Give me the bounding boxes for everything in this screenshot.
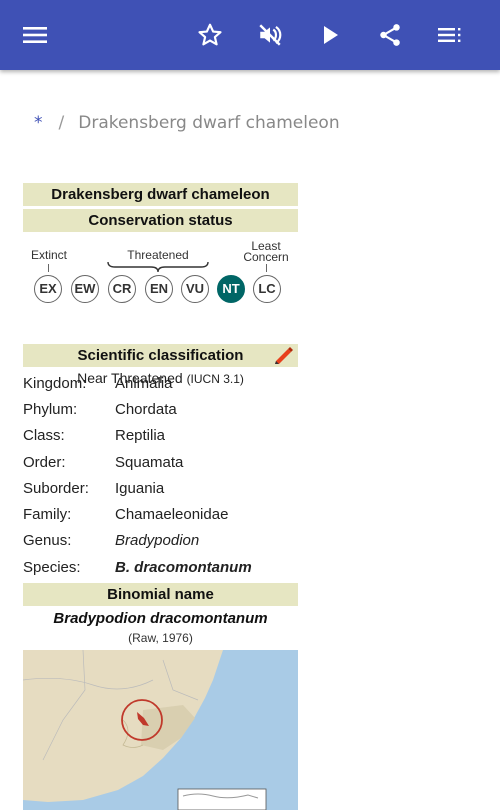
classification-row: Family: Chamaeleonidae	[23, 501, 298, 527]
status-tick	[266, 264, 267, 272]
classification-table: Kingdom: Animalia Phylum: Chordata Class: Rep…	[23, 370, 298, 580]
status-circle-lc: LC	[253, 275, 281, 303]
pencil-icon[interactable]	[273, 346, 293, 371]
app-bar	[0, 0, 500, 70]
status-label-least-concern: Least Concern	[238, 240, 294, 264]
classification-rank: Order:	[23, 453, 66, 471]
taxobox: Drakensberg dwarf chameleon Conservation…	[23, 183, 298, 810]
least-concern-line2: Concern	[243, 250, 289, 264]
conservation-status-header: Conservation status	[23, 209, 298, 232]
volume-off-icon[interactable]	[250, 15, 290, 55]
status-circle-ex: EX	[34, 275, 62, 303]
range-map[interactable]	[23, 650, 298, 810]
breadcrumb-home-link[interactable]: *	[34, 113, 43, 133]
classification-value[interactable]: B. dracomontanum	[115, 559, 252, 576]
classification-value[interactable]: Iguania	[115, 480, 164, 497]
status-label-extinct: Extinct	[30, 248, 67, 262]
threatened-brace	[107, 261, 209, 273]
status-circle-en: EN	[145, 275, 173, 303]
status-circle-nt: NT	[217, 275, 245, 303]
classification-row: Kingdom: Animalia	[23, 370, 298, 396]
binomial-name: Bradypodion dracomontanum	[53, 610, 268, 628]
classification-rank: Species:	[23, 558, 81, 576]
classification-row: Genus: Bradypodion	[23, 528, 298, 554]
classification-rank: Family:	[23, 506, 72, 524]
classification-rank: Genus:	[23, 532, 72, 550]
classification-value[interactable]: Chordata	[115, 401, 177, 418]
classification-row: Order: Squamata	[23, 449, 298, 475]
classification-section: Scientific classification Kingdom: Animal…	[23, 344, 298, 810]
toc-list-icon[interactable]	[430, 15, 470, 55]
breadcrumb-separator: /	[58, 113, 65, 133]
binomial-header: Binomial name	[23, 583, 298, 607]
status-circle-vu: VU	[181, 275, 209, 303]
classification-header-label: Scientific classification	[77, 347, 244, 364]
classification-rank: Phylum:	[23, 400, 78, 418]
classification-value[interactable]: Chamaeleonidae	[115, 506, 228, 523]
classification-row: Species: B. dracomontanum	[23, 554, 298, 580]
classification-rank: Suborder:	[23, 479, 89, 497]
status-circle-ew: EW	[71, 275, 99, 303]
classification-value[interactable]: Squamata	[115, 454, 183, 471]
classification-value[interactable]: Animalia	[115, 375, 173, 392]
play-icon[interactable]	[310, 15, 350, 55]
classification-row: Suborder: Iguania	[23, 475, 298, 501]
classification-value[interactable]: Reptilia	[115, 427, 165, 444]
star-outline-icon[interactable]	[190, 15, 230, 55]
share-icon[interactable]	[370, 15, 410, 55]
menu-icon[interactable]	[15, 15, 55, 55]
status-tick	[48, 264, 49, 272]
classification-row: Class: Reptilia	[23, 423, 298, 449]
breadcrumb: * / Drakensberg dwarf chameleon	[34, 113, 340, 133]
binomial-authority: (Raw, 1976)	[128, 631, 193, 646]
classification-header: Scientific classification	[23, 344, 298, 367]
infobox-title: Drakensberg dwarf chameleon	[23, 183, 298, 206]
classification-rank: Class:	[23, 427, 65, 445]
classification-row: Phylum: Chordata	[23, 396, 298, 422]
breadcrumb-current: Drakensberg dwarf chameleon	[78, 113, 340, 133]
status-label-threatened: Threatened	[127, 248, 189, 262]
classification-value[interactable]: Bradypodion	[115, 532, 199, 549]
classification-rank: Kingdom:	[23, 374, 87, 392]
status-circle-cr: CR	[108, 275, 136, 303]
